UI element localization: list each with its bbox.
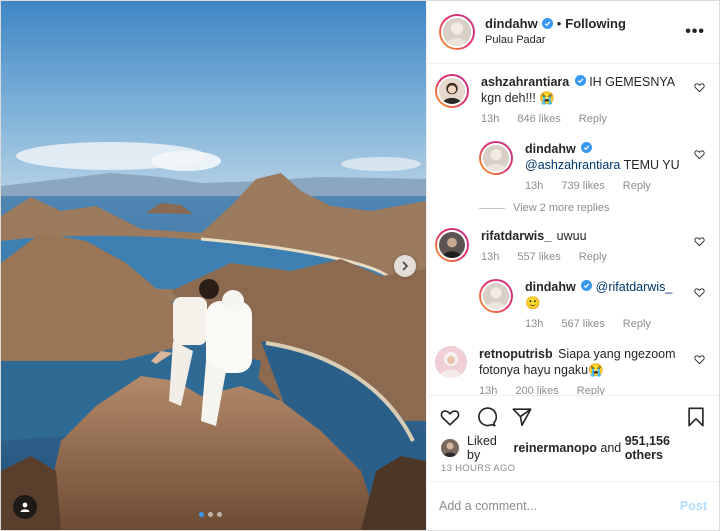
location-link[interactable]: Pulau Padar bbox=[485, 32, 685, 49]
carousel-dot bbox=[217, 512, 222, 517]
comment-username[interactable]: rifatdarwis_ bbox=[481, 229, 551, 243]
comment-username[interactable]: dindahw bbox=[525, 280, 576, 294]
avatar[interactable] bbox=[435, 346, 467, 378]
view-replies-label: View 2 more replies bbox=[513, 202, 610, 214]
carousel-dot bbox=[208, 512, 213, 517]
heart-icon[interactable] bbox=[694, 149, 705, 160]
liker-username[interactable]: reinermanopo bbox=[514, 441, 597, 455]
comment-composer: Post bbox=[427, 481, 719, 530]
reply-button[interactable]: Reply bbox=[623, 318, 651, 330]
reply-button[interactable]: Reply bbox=[577, 385, 605, 395]
author-username[interactable]: dindahw bbox=[485, 15, 538, 32]
post-sidebar: dindahw • Following Pulau Padar ••• ashz… bbox=[426, 1, 719, 530]
post-comment-button[interactable]: Post bbox=[680, 499, 707, 513]
divider bbox=[479, 207, 505, 209]
comment-time[interactable]: 13h bbox=[481, 113, 499, 125]
post-photo[interactable] bbox=[1, 1, 426, 530]
bookmark-icon[interactable] bbox=[685, 406, 707, 428]
comment-username[interactable]: retnoputrisb bbox=[479, 347, 553, 361]
likes-summary: Liked by reinermanopo and 951,156 others bbox=[427, 434, 719, 462]
reply-button[interactable]: Reply bbox=[623, 180, 651, 192]
commenter-avatar-ring[interactable] bbox=[435, 228, 469, 262]
comment-text: rifatdarwis_ uwuu bbox=[481, 228, 685, 244]
comment-username[interactable]: ashzahrantiara bbox=[481, 75, 569, 89]
list-item: dindahw @ashzahrantiara TEMU YU 13h 739 … bbox=[427, 141, 719, 192]
chevron-right-icon bbox=[402, 261, 409, 271]
author-avatar-ring[interactable] bbox=[439, 14, 475, 50]
comment-body: 🙂 bbox=[525, 296, 541, 310]
following-button[interactable]: Following bbox=[565, 15, 626, 32]
commenter-avatar-ring[interactable] bbox=[435, 74, 469, 108]
comment-text: dindahw @rifatdarwis_ 🙂 bbox=[525, 279, 685, 311]
view-more-replies-button[interactable]: View 2 more replies bbox=[427, 202, 719, 214]
verified-badge-icon bbox=[541, 18, 553, 29]
list-item: ashzahrantiara IH GEMESNYA kgn deh!!! 😭 … bbox=[427, 74, 719, 125]
comment-likes[interactable]: 739 likes bbox=[561, 180, 604, 192]
list-item: rifatdarwis_ uwuu 13h 557 likes Reply bbox=[427, 228, 719, 263]
verified-badge-icon bbox=[581, 142, 593, 153]
reply-button[interactable]: Reply bbox=[579, 113, 607, 125]
comment-list[interactable]: ashzahrantiara IH GEMESNYA kgn deh!!! 😭 … bbox=[427, 64, 719, 395]
post-modal: dindahw • Following Pulau Padar ••• ashz… bbox=[0, 0, 720, 531]
heart-icon[interactable] bbox=[694, 287, 705, 298]
avatar bbox=[441, 16, 473, 48]
heart-icon[interactable] bbox=[694, 82, 705, 93]
share-icon[interactable] bbox=[511, 406, 533, 428]
comment-time[interactable]: 13h bbox=[525, 180, 543, 192]
comment-likes[interactable]: 846 likes bbox=[517, 113, 560, 125]
comment-icon[interactable] bbox=[475, 406, 497, 428]
comment-body: uwuu bbox=[556, 229, 587, 243]
action-bar bbox=[427, 395, 719, 437]
comment-input[interactable] bbox=[439, 499, 680, 513]
comment-text: dindahw @ashzahrantiara TEMU YU bbox=[525, 141, 685, 173]
heart-icon[interactable] bbox=[439, 406, 461, 428]
carousel-dot bbox=[199, 512, 204, 517]
post-header: dindahw • Following Pulau Padar ••• bbox=[427, 1, 719, 64]
heart-icon[interactable] bbox=[694, 354, 705, 365]
comment-text: ashzahrantiara IH GEMESNYA kgn deh!!! 😭 bbox=[481, 74, 685, 106]
comment-time[interactable]: 13h bbox=[479, 385, 497, 395]
user-icon bbox=[20, 502, 30, 512]
ellipsis-icon[interactable]: ••• bbox=[685, 23, 705, 41]
likes-others[interactable]: 951,156 others bbox=[625, 434, 705, 462]
comment-username[interactable]: dindahw bbox=[525, 142, 576, 156]
comment-body: TEMU YU bbox=[623, 158, 680, 172]
list-item: dindahw @rifatdarwis_ 🙂 13h 567 likes Re… bbox=[427, 279, 719, 330]
commenter-avatar-ring[interactable] bbox=[479, 141, 513, 175]
comment-time[interactable]: 13h bbox=[525, 318, 543, 330]
mention-link[interactable]: @ashzahrantiara bbox=[525, 158, 620, 172]
likes-prefix: Liked by bbox=[467, 434, 497, 462]
tagged-users-button[interactable] bbox=[13, 495, 37, 519]
comment-likes[interactable]: 557 likes bbox=[517, 251, 560, 263]
verified-badge-icon bbox=[574, 75, 586, 86]
reply-button[interactable]: Reply bbox=[579, 251, 607, 263]
comment-likes[interactable]: 567 likes bbox=[561, 318, 604, 330]
list-item: retnoputrisb Siapa yang ngezoom fotonya … bbox=[427, 346, 719, 395]
avatar[interactable] bbox=[441, 439, 459, 457]
verified-badge-icon bbox=[581, 280, 593, 291]
landscape-photo bbox=[1, 1, 426, 530]
comment-text: retnoputrisb Siapa yang ngezoom fotonya … bbox=[479, 346, 685, 378]
mention-link[interactable]: @rifatdarwis_ bbox=[596, 280, 673, 294]
likes-joiner: and bbox=[600, 441, 622, 455]
header-separator: • bbox=[556, 16, 562, 31]
post-timestamp[interactable]: 13 HOURS AGO bbox=[427, 459, 719, 481]
comment-time[interactable]: 13h bbox=[481, 251, 499, 263]
comment-likes[interactable]: 200 likes bbox=[515, 385, 558, 395]
heart-icon[interactable] bbox=[694, 236, 705, 247]
carousel-indicator bbox=[199, 512, 222, 517]
next-slide-button[interactable] bbox=[394, 255, 416, 277]
commenter-avatar-ring[interactable] bbox=[479, 279, 513, 313]
